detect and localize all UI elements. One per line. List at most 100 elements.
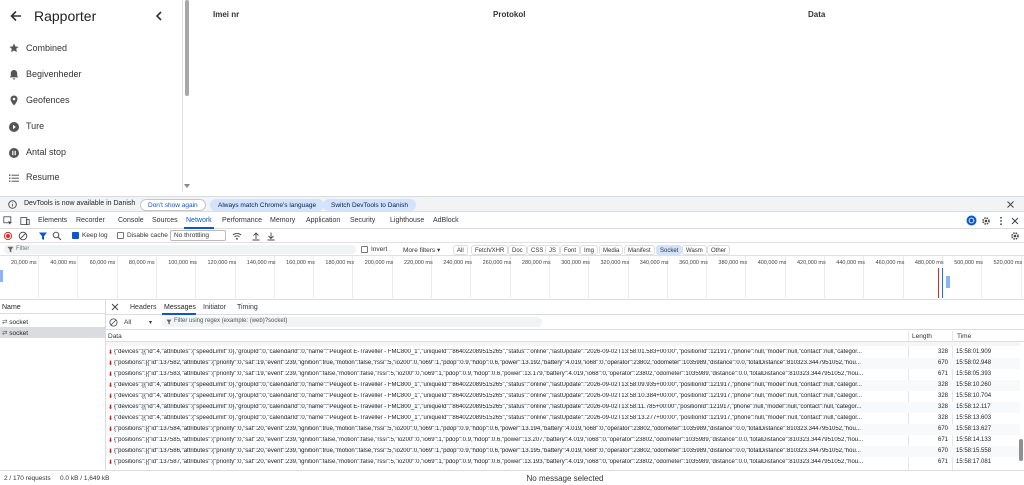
invert-checkbox[interactable] <box>361 246 368 253</box>
scroll-down-arrow-icon[interactable] <box>184 184 190 189</box>
type-filter-doc[interactable]: Doc <box>508 245 527 255</box>
message-time: 15:58:13.627 <box>956 426 992 432</box>
preserve-log-checkbox[interactable] <box>72 232 79 239</box>
match-chrome-language-button[interactable]: Always match Chrome's language <box>210 199 325 211</box>
type-filter-wasm[interactable]: Wasm <box>682 245 707 255</box>
clear-icon[interactable] <box>18 231 28 241</box>
request-row[interactable]: ⇄ socket <box>0 316 106 327</box>
type-filter-other[interactable]: Other <box>707 245 731 255</box>
network-overview-timeline[interactable]: 20,000 ms 40,000 ms 60,000 ms 80,000 ms 100,… <box>0 256 1024 300</box>
type-filter-fetch-xhr[interactable]: Fetch/XHR <box>471 245 509 255</box>
info-icon <box>8 200 17 209</box>
type-filter-img[interactable]: Img <box>580 245 599 255</box>
tab-lighthouse[interactable]: Lighthouse <box>390 217 424 224</box>
column-header-time[interactable]: Time <box>955 331 973 341</box>
message-filter-input[interactable]: Filter using regex (example: (web)?socke… <box>162 317 542 327</box>
type-filter-socket[interactable]: Socket <box>656 245 683 255</box>
close-icon[interactable] <box>1006 200 1015 209</box>
column-header-imei[interactable]: Imei nr <box>213 10 239 19</box>
type-filter-media[interactable]: Media <box>599 245 624 255</box>
dont-show-again-button[interactable]: Don't show again <box>140 199 206 211</box>
column-header-data[interactable]: Data <box>106 331 124 341</box>
issues-badge-icon[interactable] <box>966 215 977 226</box>
message-row[interactable]: ⬇ {"devices":[{"id":4,"attributes":{"spee… <box>106 391 1020 402</box>
menu-item-combined[interactable]: Combined <box>0 37 182 63</box>
overview-gridline <box>116 256 118 300</box>
detail-tab-timing[interactable]: Timing <box>237 304 258 311</box>
column-header-data[interactable]: Data <box>808 10 825 19</box>
search-icon[interactable] <box>52 231 62 241</box>
message-row[interactable]: ⬇ {"devices":[{"id":4,"attributes":{"spee… <box>106 380 1020 391</box>
column-header-length[interactable]: Length <box>910 331 934 341</box>
close-detail-icon[interactable] <box>111 303 119 311</box>
preserve-log-label: Keep log <box>82 232 108 239</box>
message-row[interactable]: ⬇ {"positions":[{"id":137586,"attributes"… <box>106 446 1020 457</box>
type-filter-font[interactable]: Font <box>560 245 581 255</box>
detail-tab-headers[interactable]: Headers <box>130 304 156 311</box>
record-stop-icon[interactable] <box>3 231 13 241</box>
tab-elements[interactable]: Elements <box>38 217 67 224</box>
chevron-down-icon[interactable]: ▾ <box>149 319 152 326</box>
more-filters-dropdown[interactable]: More filters ▾ <box>403 246 440 254</box>
tab-memory[interactable]: Memory <box>270 217 295 224</box>
column-header-protokol[interactable]: Protokol <box>493 10 525 19</box>
collapse-chevron-icon[interactable] <box>152 8 166 24</box>
overview-marker-blue <box>942 268 943 298</box>
message-time: 15:58:17.081 <box>956 459 992 465</box>
tab-console[interactable]: Console <box>118 217 144 224</box>
tab-adblock[interactable]: AdBlock <box>433 217 459 224</box>
message-row[interactable]: ⬇ {"positions":[{"id":137584,"attributes"… <box>106 424 1020 435</box>
message-row[interactable]: ⬇ {"positions":[{"id":137587,"attributes"… <box>106 457 1020 468</box>
message-row[interactable]: ⬇ {"devices":[{"id":4,"attributes":{"spee… <box>106 347 1020 358</box>
message-length: 670 <box>937 360 948 366</box>
request-row-selected[interactable]: ⇄ socket <box>0 327 106 338</box>
clear-messages-icon[interactable] <box>109 318 118 327</box>
message-length: 671 <box>937 371 948 377</box>
menu-item-ture[interactable]: Ture <box>0 115 182 141</box>
message-row[interactable]: ⬇ {"devices":[{"id":4,"attributes":{"spee… <box>106 413 1020 424</box>
message-data: {"devices":[{"id":4,"attributes":{"speed… <box>114 393 862 399</box>
type-filter-all[interactable]: All <box>453 245 468 255</box>
more-options-icon[interactable] <box>996 216 1006 226</box>
device-toolbar-icon[interactable] <box>20 216 30 226</box>
switch-devtools-language-button[interactable]: Switch DevTools to Danish <box>323 199 416 211</box>
tab-security[interactable]: Security <box>350 217 375 224</box>
sidebar-scrollbar-thumb[interactable] <box>185 0 189 96</box>
detail-tab-initiator[interactable]: Initiator <box>203 304 226 311</box>
export-har-icon[interactable] <box>266 231 276 241</box>
throttling-select[interactable]: No throttling <box>170 230 226 241</box>
tab-performance[interactable]: Performance <box>222 217 262 224</box>
menu-item-begivenheder[interactable]: Begivenheder <box>0 63 182 89</box>
request-list-header[interactable]: Name <box>0 300 106 314</box>
menu-item-antal-stop[interactable]: Antal stop <box>0 141 182 167</box>
filter-funnel-icon[interactable] <box>38 231 48 241</box>
detail-tab-messages[interactable]: Messages <box>164 304 196 311</box>
message-type-select[interactable]: All <box>124 319 131 326</box>
websocket-arrows-icon: ⇄ <box>2 319 8 326</box>
message-row[interactable]: ⬇ {"positions":[{"id":137583,"attributes"… <box>106 369 1020 380</box>
filter-input[interactable]: Filter <box>4 245 356 254</box>
back-arrow-icon[interactable] <box>8 8 24 24</box>
network-settings-gear-icon[interactable] <box>1010 231 1020 241</box>
type-filter-js[interactable]: JS <box>545 245 561 255</box>
tab-sources[interactable]: Sources <box>152 217 178 224</box>
menu-item-resume[interactable]: Resume <box>0 166 182 192</box>
tab-network[interactable]: Network <box>186 217 212 224</box>
disable-cache-checkbox[interactable] <box>117 232 124 239</box>
import-har-icon[interactable] <box>251 231 261 241</box>
menu-item-geofences[interactable]: Geofences <box>0 89 182 115</box>
close-devtools-icon[interactable] <box>1010 216 1020 226</box>
message-length: 328 <box>937 393 948 399</box>
inspect-element-icon[interactable] <box>3 216 13 226</box>
messages-scrollbar-thumb[interactable] <box>1019 439 1023 461</box>
type-filter-manifest[interactable]: Manifest <box>624 245 655 255</box>
tab-application[interactable]: Application <box>306 217 340 224</box>
message-row[interactable]: ⬇ {"positions":[{"id":137585,"attributes"… <box>106 435 1020 446</box>
message-row[interactable]: ⬇ {"devices":[{"id":4,"attributes":{"spee… <box>106 402 1020 413</box>
gear-icon[interactable] <box>981 216 991 226</box>
tab-recorder[interactable]: Recorder <box>76 217 105 224</box>
overview-tick-label: 500,000 ms <box>954 260 983 266</box>
network-conditions-icon[interactable] <box>232 231 242 241</box>
message-row[interactable]: ⬇ {"positions":[{"id":137582,"attributes"… <box>106 358 1020 369</box>
message-filter-placeholder: Filter using regex (example: (web)?socke… <box>174 318 288 324</box>
